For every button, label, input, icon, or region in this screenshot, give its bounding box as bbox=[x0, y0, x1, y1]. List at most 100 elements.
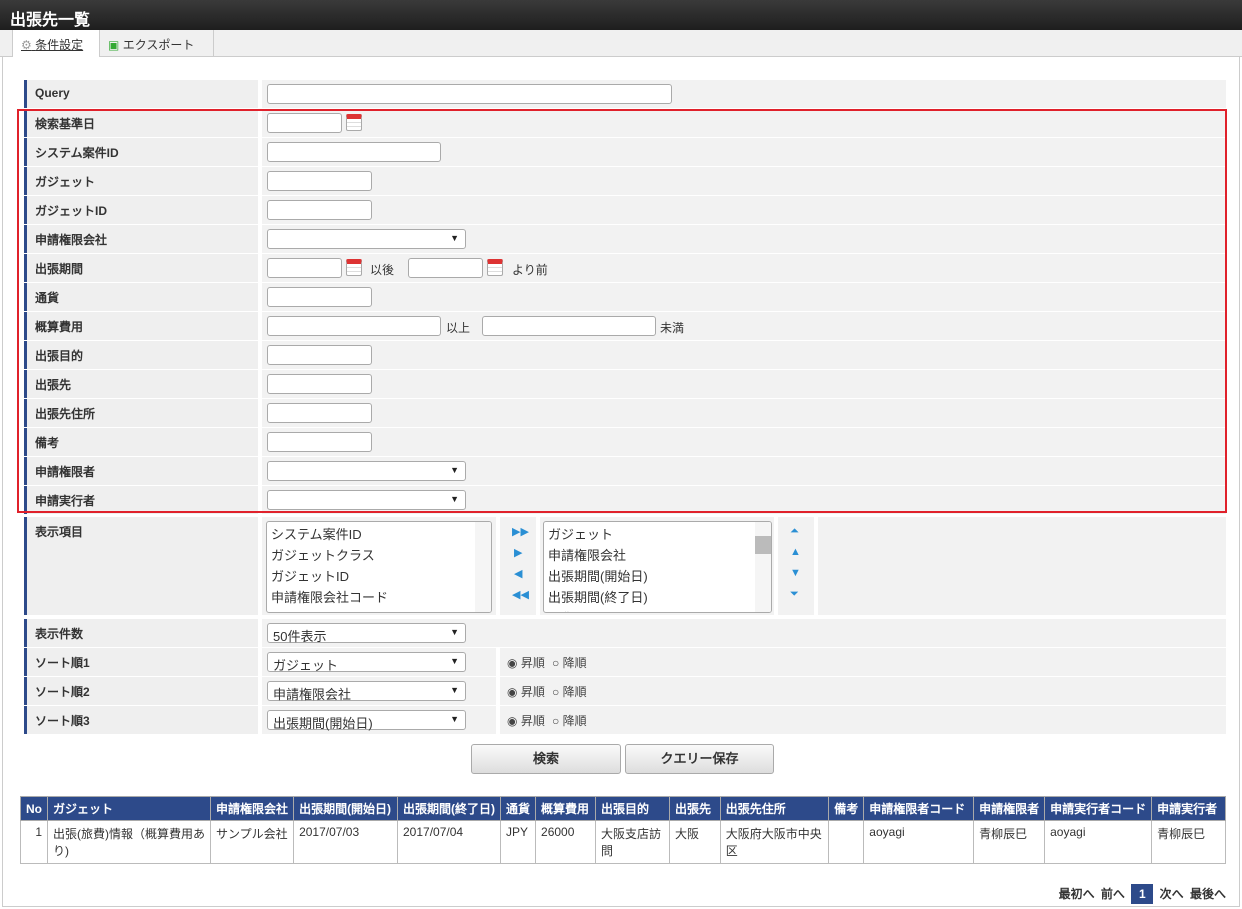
currency-input[interactable] bbox=[267, 287, 372, 307]
authority-select[interactable] bbox=[267, 461, 466, 481]
cost-input[interactable] bbox=[482, 316, 656, 336]
move-left-icon[interactable]: ◀ bbox=[514, 567, 522, 580]
asc-radio[interactable]: ◉ 昇順 bbox=[507, 654, 545, 671]
column-header[interactable]: 通貨 bbox=[499, 796, 537, 821]
base_date-input[interactable] bbox=[267, 113, 342, 133]
row-address: 出張先住所 bbox=[24, 399, 1226, 427]
available-list[interactable]: システム案件ID ガジェットクラス ガジェットID 申請権限会社コード bbox=[266, 521, 492, 613]
list-item[interactable]: ガジェットクラス bbox=[271, 545, 487, 566]
period_after-label: 以後 bbox=[370, 263, 395, 277]
period_before-label: より前 bbox=[512, 263, 548, 277]
list-item[interactable]: 出張期間(開始日) bbox=[548, 566, 767, 587]
period-input[interactable] bbox=[267, 258, 342, 278]
table-cell: 大阪府大阪市中央区 bbox=[719, 820, 830, 864]
move-down-icon[interactable]: ▼ bbox=[790, 567, 801, 579]
column-header[interactable]: 出張先 bbox=[668, 796, 721, 821]
row-query: Query bbox=[24, 80, 1226, 108]
move-top-icon[interactable]: ⏶ bbox=[790, 525, 799, 538]
desc-radio[interactable]: ○ 降順 bbox=[552, 712, 587, 729]
field-label: 概算費用 bbox=[24, 312, 258, 340]
column-header[interactable]: 出張期間(終了日) bbox=[397, 796, 501, 821]
page-title: 出張先一覧 bbox=[0, 0, 1242, 30]
search-button[interactable]: 検索 bbox=[471, 744, 621, 774]
row-gadget: ガジェット bbox=[24, 167, 1226, 195]
asc-radio[interactable]: ◉ 昇順 bbox=[507, 712, 545, 729]
column-header[interactable]: 申請権限者コード bbox=[863, 796, 975, 821]
column-header[interactable]: 出張目的 bbox=[594, 796, 670, 821]
move-all-left-icon[interactable]: ◀◀ bbox=[512, 588, 529, 601]
field-label: ソート順3 bbox=[24, 706, 258, 734]
next-page-link[interactable]: 次へ bbox=[1160, 887, 1184, 901]
system_id-input[interactable] bbox=[267, 142, 441, 162]
column-header[interactable]: 備考 bbox=[828, 796, 865, 821]
column-header[interactable]: 出張期間(開始日) bbox=[293, 796, 398, 821]
list-item[interactable]: 出張期間(終了日) bbox=[548, 587, 767, 608]
column-header[interactable]: 申請権限者 bbox=[973, 796, 1046, 821]
asc-label: 昇順 bbox=[520, 685, 545, 699]
calendar-icon[interactable] bbox=[346, 259, 362, 276]
company-select[interactable] bbox=[267, 229, 466, 249]
list-item[interactable]: 申請権限会社コード bbox=[271, 587, 487, 608]
address-input[interactable] bbox=[267, 403, 372, 423]
selected-list[interactable]: ガジェット 申請権限会社 出張期間(開始日) 出張期間(終了日) 通貨 bbox=[543, 521, 772, 613]
move-right-icon[interactable]: ▶ bbox=[514, 546, 522, 559]
field-label: 申請権限会社 bbox=[24, 225, 258, 253]
tab-export[interactable]: ▣ エクスポート bbox=[100, 30, 214, 57]
gadget-input[interactable] bbox=[267, 171, 372, 191]
asc-radio[interactable]: ◉ 昇順 bbox=[507, 683, 545, 700]
scrollbar[interactable] bbox=[475, 522, 491, 612]
purpose-input[interactable] bbox=[267, 345, 372, 365]
row-base_date: 検索基準日 bbox=[24, 109, 1226, 137]
note-input[interactable] bbox=[267, 432, 372, 452]
column-header[interactable]: 申請実行者 bbox=[1151, 796, 1226, 821]
period-input[interactable] bbox=[408, 258, 483, 278]
save-query-button[interactable]: クエリー保存 bbox=[625, 744, 774, 774]
list-item[interactable]: 通貨 bbox=[548, 608, 767, 612]
display-items-value: システム案件ID ガジェットクラス ガジェットID 申請権限会社コード ▶▶ ▶… bbox=[262, 517, 1226, 615]
prev-page-link[interactable]: 前へ bbox=[1101, 887, 1125, 901]
table-cell: aoyagi bbox=[863, 820, 975, 864]
sort-select[interactable]: ガジェット bbox=[267, 652, 466, 673]
column-header[interactable]: 出張先住所 bbox=[719, 796, 830, 821]
count-select[interactable]: 50件表示 bbox=[267, 623, 466, 644]
move-bottom-icon[interactable]: ⏷ bbox=[790, 588, 799, 601]
table-row[interactable]: 1 出張(旅費)情報（概算費用あり) サンプル会社 2017/07/03 2017/07… bbox=[20, 820, 1226, 864]
query-input[interactable] bbox=[267, 84, 672, 104]
last-page-link[interactable]: 最後へ bbox=[1190, 887, 1226, 901]
tab-conditions[interactable]: ⚙ 条件設定 bbox=[12, 30, 100, 57]
cost_min-label: 以上 bbox=[446, 321, 471, 335]
list-item[interactable]: 申請権限会社 bbox=[548, 545, 767, 566]
move-all-right-icon[interactable]: ▶▶ bbox=[512, 525, 529, 538]
column-header[interactable]: 申請権限会社 bbox=[210, 796, 295, 821]
executor-select[interactable] bbox=[267, 490, 466, 510]
cost-input[interactable] bbox=[267, 316, 441, 336]
field-label: 表示件数 bbox=[24, 619, 258, 647]
list-item[interactable]: システム案件ID bbox=[271, 524, 487, 545]
move-up-icon[interactable]: ▲ bbox=[790, 546, 801, 558]
column-header[interactable]: 申請実行者コード bbox=[1044, 796, 1153, 821]
row-gadget_id: ガジェットID bbox=[24, 196, 1226, 224]
calendar-icon[interactable] bbox=[487, 259, 503, 276]
field-value bbox=[262, 167, 1226, 195]
first-page-link[interactable]: 最初へ bbox=[1059, 887, 1095, 901]
export-icon: ▣ bbox=[108, 38, 120, 52]
field-value: 以後 より前 bbox=[262, 254, 1226, 282]
gadget_id-input[interactable] bbox=[267, 200, 372, 220]
list-item[interactable]: ガジェット bbox=[548, 524, 767, 545]
list-item[interactable]: ガジェットID bbox=[271, 566, 487, 587]
desc-radio[interactable]: ○ 降順 bbox=[552, 654, 587, 671]
field-value bbox=[262, 399, 1226, 427]
calendar-icon[interactable] bbox=[346, 114, 362, 131]
desc-radio[interactable]: ○ 降順 bbox=[552, 683, 587, 700]
field-value bbox=[262, 428, 1226, 456]
current-page[interactable]: 1 bbox=[1131, 884, 1154, 904]
column-header[interactable]: 概算費用 bbox=[535, 796, 596, 821]
sort-select[interactable]: 出張期間(開始日) bbox=[267, 710, 466, 731]
sort-value: 申請権限会社 ◉ 昇順 ○ 降順 bbox=[262, 677, 1226, 705]
destination-input[interactable] bbox=[267, 374, 372, 394]
column-header[interactable]: No bbox=[20, 796, 48, 821]
column-header[interactable]: ガジェット bbox=[46, 796, 212, 821]
scrollbar[interactable] bbox=[755, 522, 771, 612]
row-currency: 通貨 bbox=[24, 283, 1226, 311]
sort-select[interactable]: 申請権限会社 bbox=[267, 681, 466, 702]
